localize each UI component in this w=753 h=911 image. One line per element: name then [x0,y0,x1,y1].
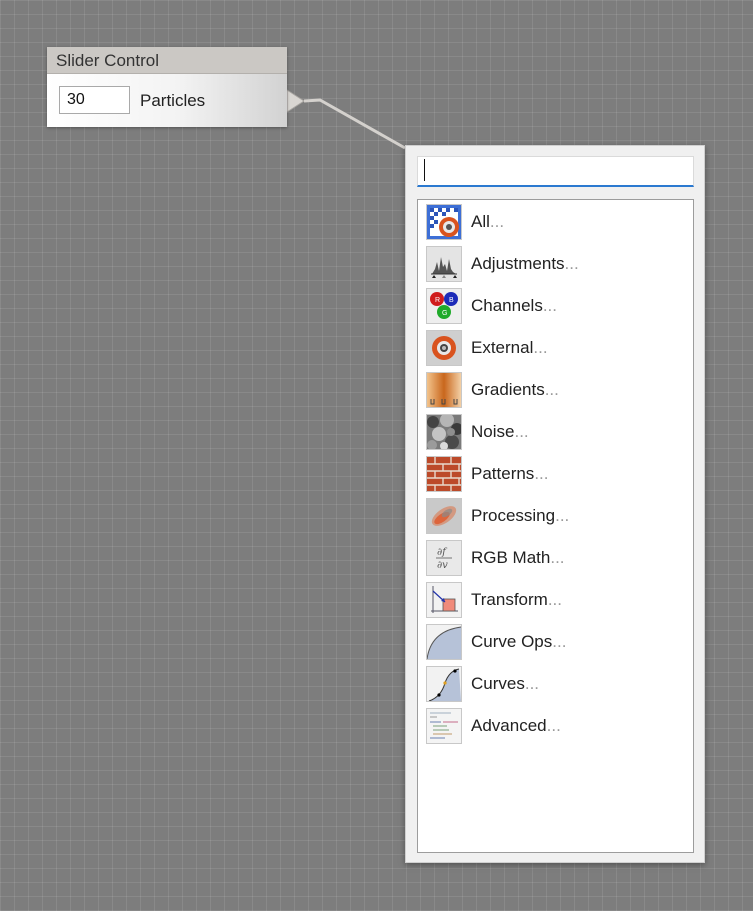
list-item-curves[interactable]: Curves... [426,665,686,703]
item-ellipsis: ... [564,254,579,273]
item-label: Adjustments [471,254,565,273]
list-item-channels[interactable]: R B G Channels... [426,287,686,325]
list-item-adjustments[interactable]: Adjustments... [426,245,686,283]
list-item-advanced[interactable]: Advanced... [426,707,686,745]
item-label: All [471,212,490,231]
histogram-icon [426,246,462,282]
item-label: Curves [471,674,525,693]
item-label: Processing [471,506,556,525]
list-item-processing[interactable]: Processing... [426,497,686,535]
list-item-rgb-math[interactable]: ∂f ∂v RGB Math... [426,539,686,577]
list-item-patterns[interactable]: Patterns... [426,455,686,493]
item-label: Patterns [471,464,535,483]
output-port-icon [286,89,305,113]
item-label: Advanced [471,716,547,735]
curve-ops-icon [426,624,462,660]
item-ellipsis: ... [544,380,559,399]
curves-icon [426,666,462,702]
list-item-curve-ops[interactable]: Curve Ops... [426,623,686,661]
svg-text:∂v: ∂v [437,560,448,571]
item-label: Transform [471,590,548,609]
code-icon [426,708,462,744]
item-ellipsis: ... [546,716,561,735]
search-input[interactable] [417,156,694,187]
slider-value-field[interactable] [59,86,130,114]
brick-pattern-icon [426,456,462,492]
node-title[interactable]: Slider Control [47,47,287,74]
list-item-all[interactable]: All... [426,203,686,241]
list-item-transform[interactable]: Transform... [426,581,686,619]
item-label: Noise [471,422,515,441]
svg-text:R: R [435,297,440,304]
item-ellipsis: ... [514,422,529,441]
item-ellipsis: ... [550,548,565,567]
external-filter-icon [426,330,462,366]
item-ellipsis: ... [534,464,549,483]
item-ellipsis: ... [542,296,557,315]
item-label: Curve Ops [471,632,553,651]
list-item-gradients[interactable]: Gradients... [426,371,686,409]
motion-blur-icon [426,498,462,534]
slider-control-node[interactable]: Slider Control Particles [47,47,287,127]
svg-text:B: B [449,297,454,304]
list-item-noise[interactable]: Noise... [426,413,686,451]
text-caret [424,159,425,181]
slider-label: Particles [140,91,206,110]
item-ellipsis: ... [555,506,570,525]
item-label: Channels [471,296,543,315]
item-label: External [471,338,534,357]
item-ellipsis: ... [552,632,567,651]
category-list[interactable]: All... Adjustments... R B G Channels... … [417,199,694,853]
svg-text:G: G [442,310,447,317]
item-label: RGB Math [471,548,551,567]
item-ellipsis: ... [533,338,548,357]
filter-picker-popup: All... Adjustments... R B G Channels... … [405,145,705,863]
list-item-external[interactable]: External... [426,329,686,367]
partial-derivative-icon: ∂f ∂v [426,540,462,576]
rgb-channels-icon: R B G [426,288,462,324]
noise-icon [426,414,462,450]
transform-icon [426,582,462,618]
item-ellipsis: ... [489,212,505,231]
gradient-icon [426,372,462,408]
item-ellipsis: ... [524,674,540,693]
item-ellipsis: ... [547,590,562,609]
all-filters-icon [426,204,462,240]
item-label: Gradients [471,380,545,399]
